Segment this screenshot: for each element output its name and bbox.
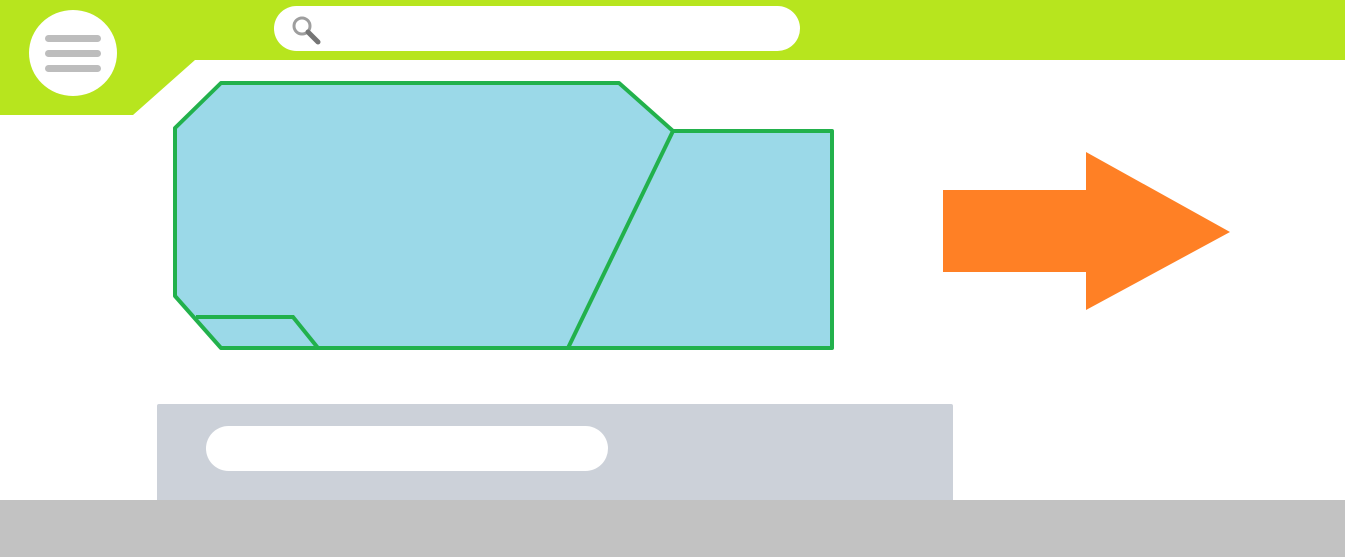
app-screen (0, 0, 1345, 557)
footer-bar (0, 500, 1345, 557)
shape-outer-polygon[interactable] (173, 81, 834, 350)
panel-pill-field[interactable] (206, 426, 608, 471)
arrow-right-icon[interactable] (943, 152, 1230, 310)
bottom-panel (157, 404, 953, 514)
